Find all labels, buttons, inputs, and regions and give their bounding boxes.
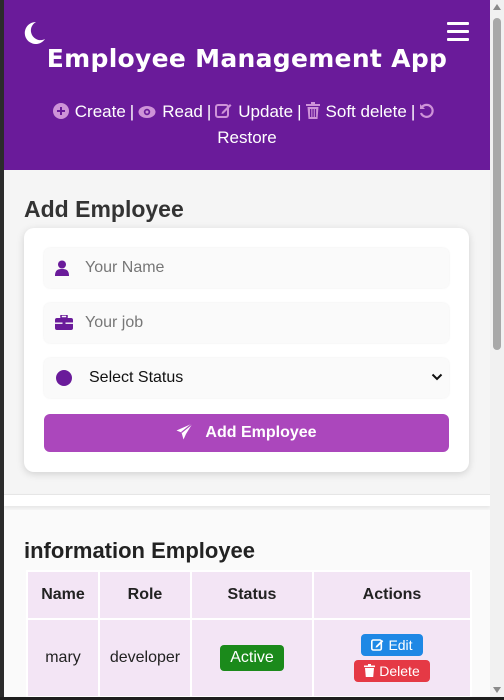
- plus-circle-icon: [52, 103, 69, 119]
- crud-separator: |: [129, 102, 135, 121]
- column-header-status: Status: [192, 572, 312, 618]
- edit-icon: [215, 104, 232, 118]
- table-header-row: Name Role Status Actions: [28, 572, 470, 618]
- user-icon: [55, 260, 69, 276]
- status-badge: Active: [220, 645, 284, 671]
- briefcase-icon: [55, 315, 73, 330]
- paper-plane-icon: [176, 423, 194, 440]
- job-input-placeholder: Your job: [85, 314, 144, 331]
- app-header: Employee Management App Create | Read | Up…: [4, 0, 490, 170]
- edit-button-label: Edit: [388, 637, 413, 653]
- vertical-scrollbar[interactable]: [490, 0, 504, 697]
- crud-restore-label: Restore: [217, 128, 277, 147]
- cell-role: developer: [100, 620, 190, 696]
- table-row: mary developer Active Edit Delete: [28, 620, 470, 696]
- crud-separator: |: [206, 102, 212, 121]
- undo-icon: [420, 103, 434, 118]
- edit-button[interactable]: Edit: [361, 634, 423, 656]
- crud-soft-delete-label: Soft delete: [325, 102, 407, 121]
- information-employee-heading: information Employee: [24, 538, 256, 563]
- eye-icon: [138, 106, 156, 118]
- menu-bar: [447, 38, 469, 41]
- name-field[interactable]: Your Name: [44, 248, 449, 288]
- job-field[interactable]: Your job: [44, 303, 449, 343]
- chevron-down-icon: [431, 373, 443, 381]
- crud-read-label: Read: [162, 102, 203, 121]
- add-employee-button[interactable]: Add Employee: [44, 414, 449, 452]
- cell-actions: Edit Delete: [314, 620, 470, 696]
- scroll-down-arrow-icon[interactable]: [493, 687, 501, 693]
- add-employee-button-label: Add Employee: [205, 424, 317, 441]
- status-select-value: Select Status: [89, 369, 184, 386]
- column-header-actions: Actions: [314, 572, 470, 618]
- edit-icon: [371, 639, 384, 651]
- column-header-name: Name: [28, 572, 98, 618]
- employee-table: Name Role Status Actions mary developer …: [26, 570, 472, 697]
- trash-icon: [364, 664, 376, 677]
- name-input-placeholder: Your Name: [85, 259, 165, 276]
- crud-create-label: Create: [74, 102, 126, 121]
- menu-bar: [447, 30, 469, 33]
- status-select[interactable]: Select Status: [44, 358, 449, 398]
- section-divider: [4, 494, 490, 506]
- crud-operations: Create | Read | Update | Soft delete | Resto…: [34, 99, 460, 151]
- column-header-role: Role: [100, 572, 190, 618]
- cell-name: mary: [28, 620, 98, 696]
- delete-button[interactable]: Delete: [354, 660, 430, 682]
- add-employee-form: Your Name Your job Select Status Add Emp…: [24, 228, 469, 472]
- delete-button-label: Delete: [379, 663, 420, 679]
- scroll-up-arrow-icon[interactable]: [493, 4, 501, 10]
- hamburger-menu-button[interactable]: [447, 22, 469, 42]
- crud-separator: |: [297, 102, 302, 121]
- cell-status: Active: [192, 620, 312, 696]
- status-circle-icon: [56, 370, 72, 386]
- moon-icon[interactable]: [22, 20, 46, 46]
- add-employee-heading: Add Employee: [24, 196, 184, 222]
- menu-bar: [447, 22, 469, 25]
- trash-icon: [305, 102, 320, 119]
- crud-separator: |: [410, 102, 416, 121]
- scrollbar-thumb[interactable]: [493, 18, 501, 350]
- crud-update-label: Update: [238, 102, 294, 121]
- app-frame: Employee Management App Create | Read | Up…: [4, 0, 490, 697]
- app-title: Employee Management App: [46, 44, 448, 73]
